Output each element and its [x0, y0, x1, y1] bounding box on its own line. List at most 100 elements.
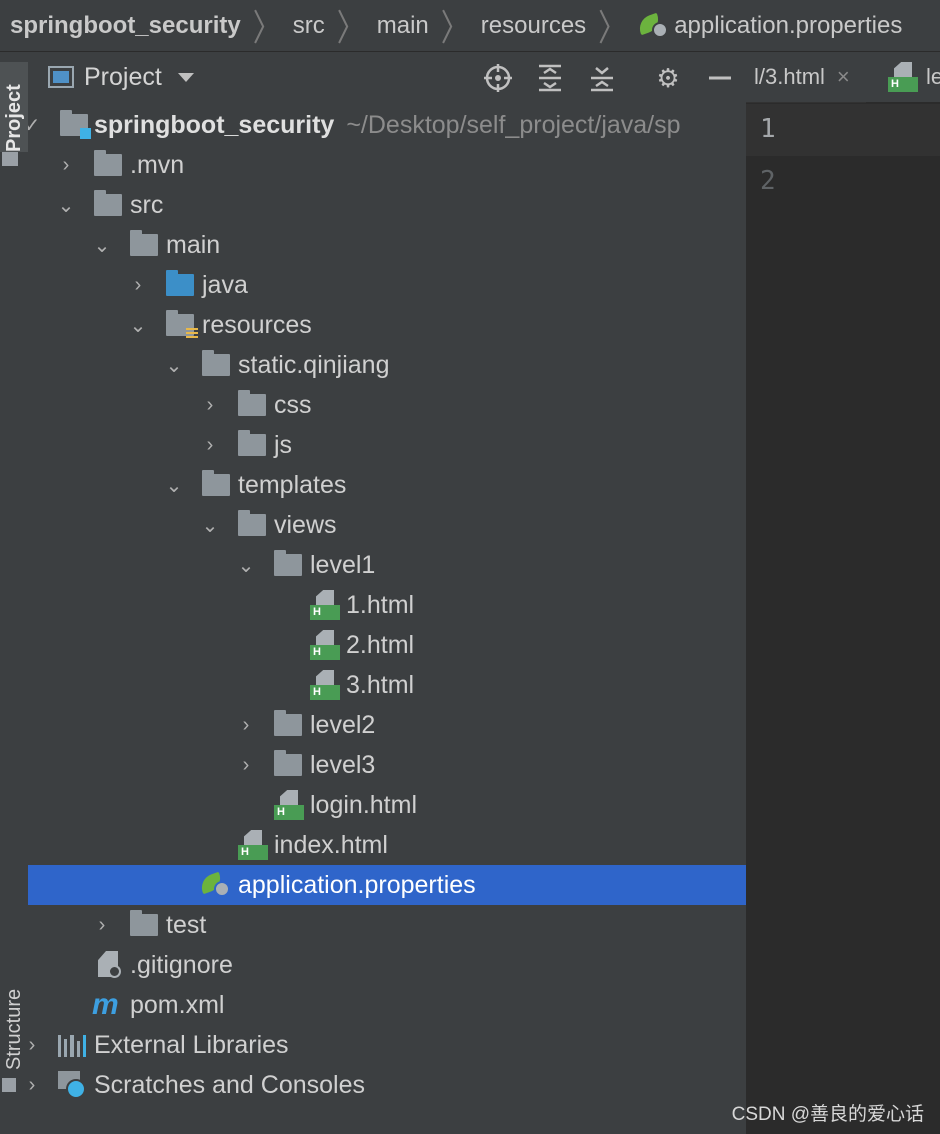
chevron-right-icon[interactable]: ›: [128, 274, 148, 296]
tree-row-level1[interactable]: ⌄ level1: [28, 545, 746, 585]
breadcrumb-item-src[interactable]: src: [293, 12, 325, 40]
tree-label: test: [166, 911, 207, 939]
ignore-file-icon: [96, 951, 124, 979]
close-icon[interactable]: ×: [837, 64, 850, 89]
folder-icon: [2, 152, 18, 166]
locate-icon[interactable]: [484, 64, 512, 92]
editor-gutter: 1 2: [746, 102, 867, 1134]
tree-row-java[interactable]: › java: [28, 265, 746, 305]
tree-label: views: [274, 511, 337, 539]
tree-row-external-libraries[interactable]: › External Libraries: [28, 1025, 746, 1065]
tab-label: le: [926, 64, 940, 89]
tree-row-file1[interactable]: H 1.html: [28, 585, 746, 625]
tree-label: level3: [310, 751, 376, 779]
tree-label: templates: [238, 471, 347, 499]
tree-row-css[interactable]: › css: [28, 385, 746, 425]
chevron-right-icon[interactable]: ›: [236, 754, 256, 776]
gear-icon[interactable]: ⚙: [654, 63, 682, 93]
chevron-right-icon[interactable]: ›: [56, 154, 76, 176]
tree-row-pom[interactable]: m pom.xml: [28, 985, 746, 1025]
tree-row-views[interactable]: ⌄ views: [28, 505, 746, 545]
tree-row-static[interactable]: ⌄ static.qinjiang: [28, 345, 746, 385]
project-tool-tab[interactable]: Project: [0, 62, 28, 152]
chevron-down-icon[interactable]: ⌄: [128, 315, 148, 337]
chevron-right-icon[interactable]: ›: [28, 1074, 42, 1096]
chevron-right-icon[interactable]: ›: [92, 914, 112, 936]
html-file-icon: H: [310, 590, 340, 620]
tree-row-gitignore[interactable]: .gitignore: [28, 945, 746, 985]
breadcrumb-item-main[interactable]: main: [377, 12, 429, 40]
tree-row-level3[interactable]: › level3: [28, 745, 746, 785]
chevron-right-icon[interactable]: ›: [200, 394, 220, 416]
tree-label: java: [202, 271, 248, 299]
breadcrumb-item-resources[interactable]: resources: [481, 12, 586, 40]
tree-row-index[interactable]: H index.html: [28, 825, 746, 865]
chevron-down-icon[interactable]: ✓: [28, 115, 42, 137]
tree-row-resources[interactable]: ⌄ resources: [28, 305, 746, 345]
project-window-icon: [48, 66, 74, 88]
breadcrumb-separator: 〉: [440, 7, 469, 48]
folder-icon: [202, 350, 230, 376]
structure-icon: [2, 1078, 16, 1092]
tree-row-root[interactable]: ✓ springboot_security ~/Desktop/self_proj…: [28, 105, 746, 145]
html-file-icon: H: [888, 62, 918, 92]
tree-row-js[interactable]: › js: [28, 425, 746, 465]
tree-row-scratches[interactable]: › Scratches and Consoles: [28, 1065, 746, 1105]
tree-label: css: [274, 391, 312, 419]
tree-row-application-properties[interactable]: application.properties: [28, 865, 746, 905]
tree-row-main[interactable]: ⌄ main: [28, 225, 746, 265]
tree-row-login[interactable]: H login.html: [28, 785, 746, 825]
source-folder-icon: [166, 270, 194, 296]
tree-row-mvn[interactable]: › .mvn: [28, 145, 746, 185]
editor-text-area[interactable]: [866, 102, 940, 1134]
tree-row-templates[interactable]: ⌄ templates: [28, 465, 746, 505]
breadcrumb-separator: 〉: [252, 7, 281, 48]
folder-icon: [238, 430, 266, 456]
editor-tab-bar: l/3.html × H le: [746, 52, 940, 103]
breadcrumb-item-file[interactable]: application.properties: [636, 12, 902, 40]
chevron-right-icon[interactable]: ›: [28, 1034, 42, 1056]
folder-icon: [94, 150, 122, 176]
tree-label: .mvn: [130, 151, 185, 179]
collapse-all-icon[interactable]: [588, 64, 616, 92]
tab-label: l/3.html: [754, 64, 825, 89]
tree-label: 1.html: [346, 591, 415, 619]
tree-row-src[interactable]: ⌄ src: [28, 185, 746, 225]
structure-tool-tab[interactable]: Structure: [0, 970, 28, 1070]
chevron-down-icon[interactable]: ⌄: [164, 475, 184, 497]
tree-label: level2: [310, 711, 376, 739]
tree-row-file2[interactable]: H 2.html: [28, 625, 746, 665]
panel-title: Project: [84, 62, 162, 91]
folder-icon: [94, 190, 122, 216]
tree-label: js: [274, 431, 293, 459]
chevron-down-icon[interactable]: ⌄: [200, 515, 220, 537]
tree-label: .gitignore: [130, 951, 233, 979]
minimize-icon[interactable]: [706, 64, 734, 92]
chevron-down-icon[interactable]: ⌄: [236, 555, 256, 577]
spring-leaf-icon: [636, 12, 670, 40]
chevron-right-icon[interactable]: ›: [236, 714, 256, 736]
editor-tab-3-html[interactable]: l/3.html ×: [754, 52, 850, 102]
chevron-down-icon[interactable]: ⌄: [92, 235, 112, 257]
folder-icon: [130, 910, 158, 936]
maven-icon: m: [92, 988, 119, 1021]
tree-row-file3[interactable]: H 3.html: [28, 665, 746, 705]
tree-label: login.html: [310, 791, 417, 819]
root-path: ~/Desktop/self_project/java/sp: [346, 111, 681, 139]
tree-label: resources: [202, 311, 312, 339]
html-file-icon: H: [274, 790, 304, 820]
tree-row-test[interactable]: › test: [28, 905, 746, 945]
project-view-selector[interactable]: Project: [48, 52, 194, 102]
line-number: 1: [760, 114, 776, 144]
tree-row-level2[interactable]: › level2: [28, 705, 746, 745]
project-tree: ✓ springboot_security ~/Desktop/self_proj…: [28, 102, 746, 1134]
tree-label: pom.xml: [130, 991, 225, 1019]
html-file-icon: H: [310, 670, 340, 700]
breadcrumb-item-project[interactable]: springboot_security: [10, 12, 241, 40]
expand-all-icon[interactable]: [536, 64, 564, 92]
html-file-icon: H: [310, 630, 340, 660]
tree-label: main: [166, 231, 221, 259]
chevron-right-icon[interactable]: ›: [200, 434, 220, 456]
chevron-down-icon[interactable]: ⌄: [56, 195, 76, 217]
chevron-down-icon[interactable]: ⌄: [164, 355, 184, 377]
